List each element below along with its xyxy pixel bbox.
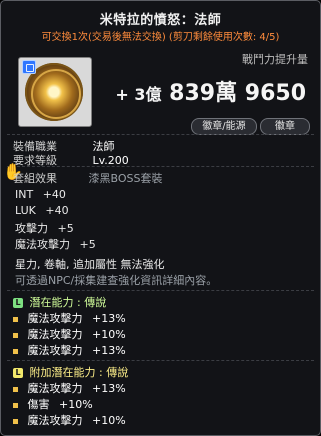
stat-value: +40	[45, 204, 69, 217]
divider	[7, 360, 314, 362]
set-name: 漆黑BOSS套裝	[88, 172, 163, 185]
stat-name: INT	[15, 188, 34, 201]
additional-potential-value: +13%	[92, 382, 126, 395]
additional-potential-value: +10%	[92, 414, 126, 427]
potential-value: +10%	[92, 328, 126, 341]
potential-name: 魔法攻擊力	[27, 312, 83, 325]
stat-name: 攻擊力	[15, 222, 48, 235]
potential-line: 魔法攻擊力 +13%	[7, 342, 126, 358]
emblem-energy-button[interactable]: 徽章/能源	[191, 118, 257, 135]
set-effect: 套組效果 漆黑BOSS套裝	[13, 170, 162, 186]
npc-note: 可透過NPC/採集建查強化資訊詳細內容。	[15, 274, 218, 287]
bullet-icon	[13, 316, 18, 322]
power-increase-value: + 3億 839萬 9650	[115, 75, 306, 107]
additional-potential-title: 附加潛在能力 : 傳說	[29, 366, 129, 379]
set-effect-label: 套組效果	[13, 172, 57, 185]
stat-magic-attack: 魔法攻擊力 +5	[15, 236, 96, 252]
emblem-button[interactable]: 徽章	[260, 118, 310, 135]
stat-attack: 攻擊力 +5	[15, 220, 74, 236]
power-million: 839萬	[169, 81, 238, 106]
potential-name: 魔法攻擊力	[27, 328, 83, 341]
additional-potential-name: 魔法攻擊力	[27, 414, 83, 427]
legendary-badge-icon: L	[13, 298, 23, 308]
potential-value: +13%	[92, 344, 126, 357]
divider	[7, 166, 314, 168]
potential-value: +13%	[92, 312, 126, 325]
blue-tag-icon	[22, 60, 36, 74]
divider	[7, 134, 314, 136]
item-title: 米特拉的憤怒：法師	[99, 13, 222, 28]
bullet-icon	[13, 386, 18, 392]
power-tail: 9650	[244, 81, 306, 106]
item-icon-frame	[18, 57, 92, 127]
additional-potential-line: 傷害 +10%	[7, 396, 93, 412]
additional-potential-name: 魔法攻擊力	[27, 382, 83, 395]
item-tooltip: 米特拉的憤怒：法師 可交換1次(交易後無法交換) (剪刀剩餘使用次數: 4/5)…	[0, 0, 321, 436]
bullet-icon	[13, 418, 18, 424]
stat-value: +40	[42, 188, 66, 201]
trade-notice: 可交換1次(交易後無法交換) (剪刀剩餘使用次數: 4/5)	[41, 32, 280, 43]
potential-line: 魔法攻擊力 +13%	[7, 310, 126, 326]
additional-potential-name: 傷害	[27, 398, 50, 411]
stat-value: +5	[57, 222, 74, 235]
stat-name: 魔法攻擊力	[15, 238, 70, 251]
additional-potential-line: 魔法攻擊力 +10%	[7, 412, 126, 428]
power-prefix: + 3億	[115, 85, 162, 104]
bullet-icon	[13, 332, 18, 338]
stat-name: LUK	[15, 204, 36, 217]
stat-luk: LUK +40	[15, 204, 69, 217]
item-icon-ring	[31, 69, 81, 119]
stat-value: +5	[79, 238, 96, 251]
additional-potential-line: 魔法攻擊力 +13%	[7, 380, 126, 396]
stat-int: INT +40	[15, 188, 66, 201]
power-increase-label: 戰鬥力提升量	[242, 53, 308, 66]
potential-name: 魔法攻擊力	[27, 344, 83, 357]
additional-potential-header: L 附加潛在能力 : 傳說	[13, 364, 128, 380]
enhance-note: 星力, 卷軸, 追加屬性 無法強化	[15, 258, 165, 271]
potential-line: 魔法攻擊力 +10%	[7, 326, 126, 342]
bullet-icon	[13, 402, 18, 408]
potential-title: 潛在能力 : 傳說	[29, 296, 107, 309]
potential-header: L 潛在能力 : 傳說	[13, 294, 106, 310]
bullet-icon	[13, 348, 18, 354]
legendary-badge-icon: L	[13, 368, 23, 378]
divider	[7, 290, 314, 292]
additional-potential-value: +10%	[59, 398, 93, 411]
